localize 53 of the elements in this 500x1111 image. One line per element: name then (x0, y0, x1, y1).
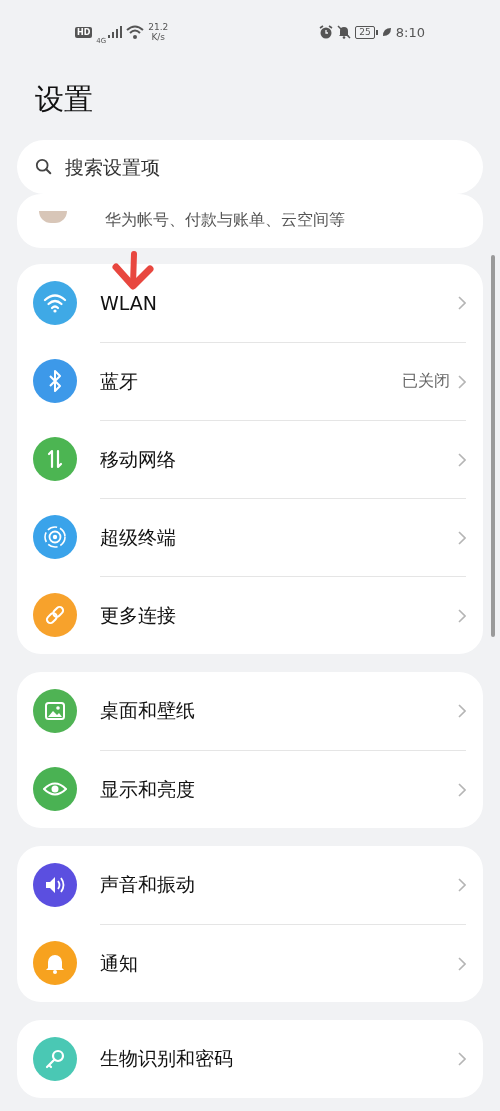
signal-icon (108, 26, 123, 38)
setting-label: WLAN (100, 292, 159, 314)
mute-bell-icon (337, 25, 352, 39)
chevron-icon (458, 296, 466, 310)
avatar (39, 211, 67, 223)
chevron-icon (458, 452, 466, 467)
search-icon (35, 158, 53, 176)
settings-row[interactable]: 更多连接 (33, 576, 466, 654)
target-icon (43, 525, 67, 549)
chevron-icon (458, 878, 466, 892)
battery-level: 25 (355, 25, 375, 39)
chevron-icon (458, 608, 466, 623)
key-icon (43, 1047, 67, 1071)
link-icon (43, 603, 67, 627)
settings-row[interactable]: 声音和振动 (33, 846, 466, 924)
setting-label: 超级终端 (100, 524, 177, 550)
settings-row[interactable]: 移动网络 (33, 420, 466, 498)
settings-row[interactable]: 生物识别和密码 (33, 1020, 466, 1098)
account-subtitle: 华为帐号、付款与账单、云空间等 (105, 210, 345, 231)
network-speed: 21.2 (148, 22, 169, 32)
wifi-icon (126, 25, 145, 39)
setting-label: 声音和振动 (100, 872, 196, 897)
chevron-icon (458, 374, 466, 389)
setting-label: 桌面和壁纸 (100, 698, 196, 723)
settings-row[interactable]: 通知 (33, 924, 466, 1002)
setting-label: 蓝牙 (100, 368, 139, 394)
alarm-icon (319, 25, 334, 39)
settings-row[interactable]: 超级终端 (33, 498, 466, 576)
page-title: 设置 (35, 81, 94, 118)
settings-row[interactable]: WLAN (33, 264, 466, 342)
setting-label: 通知 (100, 950, 139, 976)
image-icon (43, 699, 67, 723)
hd-badge: HD (75, 26, 93, 38)
speed-unit: K/s (151, 32, 166, 42)
wifi-icon (43, 291, 67, 315)
setting-label: 生物识别和密码 (100, 1046, 234, 1071)
chevron-icon (458, 782, 466, 797)
chevron-icon (458, 1052, 466, 1066)
setting-label: 显示和亮度 (100, 776, 196, 802)
clock-time: 8:10 (395, 24, 425, 40)
chevron-icon (458, 956, 466, 971)
setting-value: 已关闭 (402, 371, 450, 392)
leaf-icon (381, 27, 392, 37)
settings-row[interactable]: 显示和亮度 (33, 750, 466, 828)
account-card[interactable]: 华为帐号、付款与账单、云空间等 (17, 194, 483, 248)
search-field[interactable]: 搜索设置项 (17, 140, 483, 194)
setting-label: 移动网络 (100, 446, 177, 472)
scrollbar[interactable] (491, 255, 495, 637)
setting-label: 更多连接 (100, 602, 177, 628)
chevron-icon (458, 530, 466, 545)
chevron-icon (458, 704, 466, 718)
settings-row[interactable]: 桌面和壁纸 (33, 672, 466, 750)
settings-row[interactable]: 蓝牙 已关闭 (33, 342, 466, 420)
